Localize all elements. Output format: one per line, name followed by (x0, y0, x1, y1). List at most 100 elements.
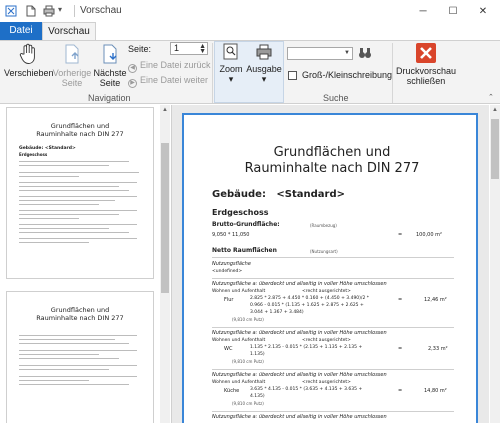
bgf-note: (Raumbezug) (310, 223, 337, 228)
divider (212, 327, 454, 328)
zoom-dropdown-icon: ▾ (228, 74, 234, 84)
ausgabe-button[interactable]: Ausgabe ▾ (246, 43, 282, 84)
new-document-icon[interactable] (25, 5, 37, 17)
case-sensitive-label: Groß-/Kleinschreibung (302, 70, 393, 80)
room-value: 14,80 m² (424, 388, 447, 394)
page-thumbnail-1[interactable]: Grundflächen und Rauminhalte nach DIN 27… (6, 107, 154, 279)
arrow-right-icon: ▶ (128, 79, 137, 88)
thumb-title-1: Grundflächen und (50, 122, 110, 130)
ribbon-tabs: Datei Vorschau (0, 22, 500, 40)
print-icon[interactable] (43, 5, 55, 17)
scroll-up-icon[interactable]: ▲ (490, 107, 500, 113)
hand-icon (19, 43, 35, 64)
nutzung-undefined: <undefined> (212, 269, 243, 274)
vorherige-label-2: Seite (61, 78, 83, 88)
room-unit-note: (9,810 cm Putz) (232, 359, 264, 364)
thumbnail-scrollbar[interactable]: ▲ (160, 105, 170, 423)
room-eq: = (398, 297, 403, 303)
maximize-button[interactable]: ☐ (438, 0, 468, 22)
thumbnail-scroll-thumb[interactable] (161, 143, 169, 293)
close-preview-label-2: schließen (406, 76, 446, 86)
zoom-button[interactable]: Zoom ▾ (217, 43, 245, 84)
verschieben-button[interactable]: Verschieben (4, 43, 54, 78)
close-window-button[interactable]: ✕ (468, 0, 498, 22)
minimize-button[interactable]: ─ (408, 0, 438, 22)
document-title-line-1: Grundflächen und (273, 145, 391, 160)
naechste-label-2: Seite (99, 78, 121, 88)
room-formula-1: 3.635 * 4.135 - 0.015 * (3.635 + 4.135 +… (250, 387, 363, 392)
navigation-group-label: Navigation (88, 93, 131, 103)
divider (212, 369, 454, 370)
divider (212, 257, 454, 258)
building-value: <Standard> (276, 189, 346, 200)
thumb2-title-2: Rauminhalte nach DIN 277 (36, 314, 124, 322)
seite-input[interactable]: 1 ▲ ▼ (170, 42, 208, 55)
zoom-label: Zoom (219, 64, 243, 74)
title-separator (74, 5, 75, 17)
datei-zurueck-button[interactable]: ◀ Eine Datei zurück (128, 60, 211, 73)
section-heading: Nutzungsfläche a: überdeckt und allseiti… (212, 330, 387, 336)
room-name: WC (224, 346, 233, 352)
seite-value: 1 (174, 43, 180, 53)
building-label: Gebäude: (212, 189, 266, 200)
document-title: Grundflächen und Rauminhalte nach DIN 27… (184, 145, 480, 177)
document-scroll-thumb[interactable] (491, 119, 499, 179)
room-value: 12,46 m² (424, 297, 447, 303)
room-eq: = (398, 388, 403, 394)
room-reckt: <recht ausgerichtet> (302, 338, 351, 343)
room-formula-1: 2.825 * 2.875 + 4.450 * 0.160 + (4.450 +… (250, 296, 369, 301)
room-reckt: <recht ausgerichtet> (302, 380, 351, 385)
search-dropdown-icon[interactable]: ▼ (344, 50, 350, 56)
room-group: Wohnen und Aufenthalt (212, 380, 266, 385)
room-reckt: <recht ausgerichtet> (302, 289, 351, 294)
case-sensitive-checkbox[interactable] (288, 71, 297, 80)
scroll-up-icon[interactable]: ▲ (160, 107, 170, 113)
divider (212, 411, 454, 412)
page-thumbnail-2[interactable]: Grundflächen und Rauminhalte nach DIN 27… (6, 291, 154, 423)
room-group: Wohnen und Aufenthalt (212, 338, 266, 343)
seite-spinner-icon[interactable]: ▲ ▼ (199, 43, 206, 55)
document-pane: Grundflächen und Rauminhalte nach DIN 27… (171, 105, 489, 423)
room-eq: = (398, 346, 403, 352)
datei-weiter-button[interactable]: ▶ Eine Datei weiter (128, 75, 208, 88)
room-formula-1: 1.135 * 2.135 - 0.015 * (2.135 + 1.135 +… (250, 345, 363, 350)
room-group: Wohnen und Aufenthalt (212, 289, 266, 294)
collapse-ribbon-icon[interactable]: ⌃ (488, 93, 494, 101)
zoom-icon (223, 43, 238, 60)
room-unit-note: (9,810 cm Putz) (232, 401, 264, 406)
quick-access-dropdown-icon[interactable]: ▾ (58, 5, 62, 14)
room-formula-2: 1.135) (250, 352, 265, 357)
section-heading: Nutzungsfläche a: überdeckt und allseiti… (212, 372, 387, 378)
document-page: Grundflächen und Rauminhalte nach DIN 27… (182, 113, 478, 423)
tab-datei[interactable]: Datei (0, 22, 42, 40)
tab-vorschau[interactable]: Vorschau (42, 22, 96, 40)
datei-weiter-label: Eine Datei weiter (140, 75, 209, 85)
room-value: 2,33 m² (428, 346, 448, 352)
room-formula-2: 0.966 - 0.015 * (1.135 + 1.625 + 2.875 +… (250, 303, 364, 308)
verschieben-label: Verschieben (4, 68, 54, 78)
floor-heading: Erdgeschoss (212, 208, 269, 217)
close-preview-button[interactable]: Druckvorschau schließen (394, 43, 458, 86)
next-page-icon (103, 44, 117, 64)
section-heading: Nutzungsfläche a: überdeckt und allseiti… (212, 281, 387, 287)
search-input[interactable]: ▼ (287, 47, 353, 60)
bgf-formula: 9,050 * 11,050 (212, 232, 250, 238)
thumb2-body (7, 322, 153, 385)
suche-group-label: Suche (323, 93, 349, 103)
room-name: Küche (224, 388, 240, 394)
nrf-label: Netto Raumflächen (212, 247, 277, 254)
close-preview-label-1: Druckvorschau (395, 66, 457, 76)
binoculars-icon[interactable] (358, 46, 372, 60)
previous-page-icon (65, 44, 79, 64)
divider (212, 278, 454, 279)
close-preview-icon (416, 43, 436, 63)
vorherige-seite-button[interactable]: Vorherige Seite (52, 43, 92, 88)
document-scrollbar[interactable]: ▲ (490, 105, 500, 423)
naechste-seite-button[interactable]: Nächste Seite (92, 43, 128, 88)
printer-icon (256, 44, 272, 60)
nutzung-label: Nutzungsfläche (212, 261, 251, 267)
section-heading: Nutzungsfläche a: überdeckt und allseiti… (212, 414, 387, 420)
title-bar: ▾ Vorschau ─ ☐ ✕ (0, 0, 500, 22)
datei-zurueck-label: Eine Datei zurück (140, 60, 211, 70)
thumb-floor: Erdgeschoss (19, 152, 48, 157)
